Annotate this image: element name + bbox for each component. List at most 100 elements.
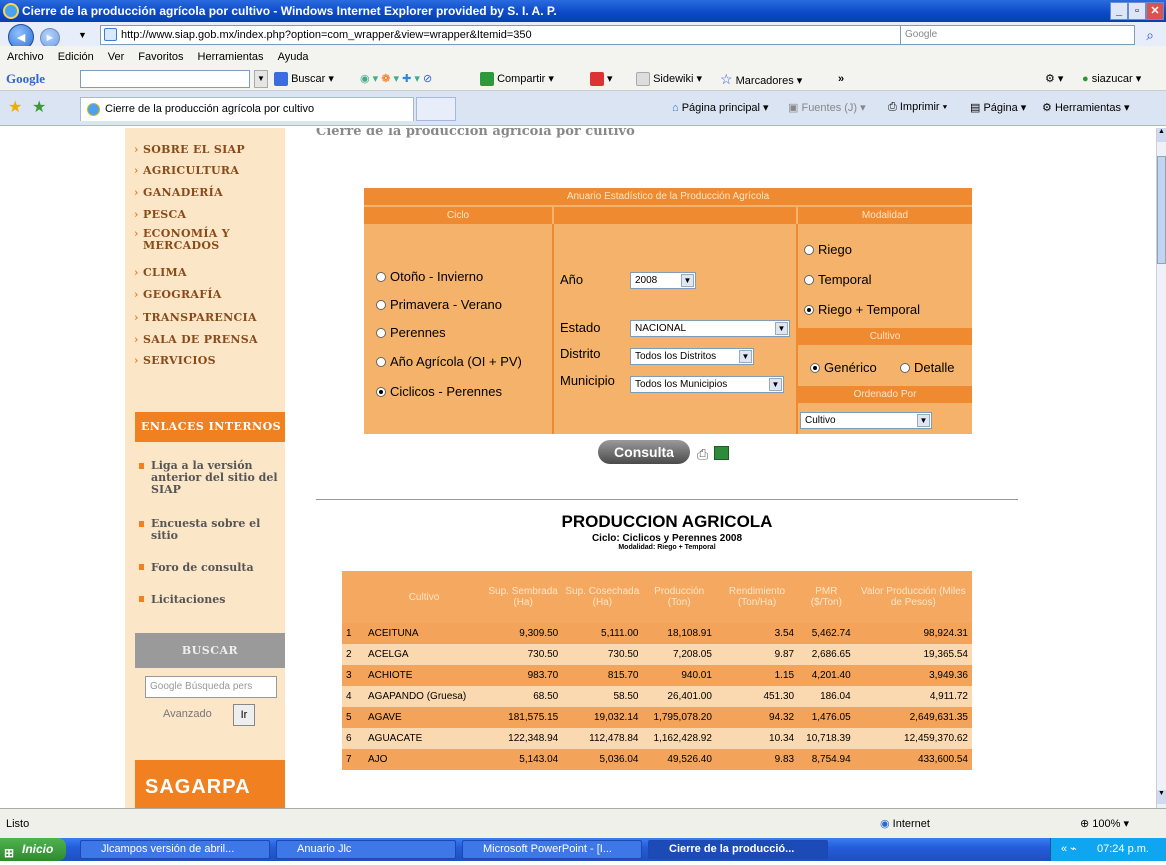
- scroll-down-icon[interactable]: ▼: [1157, 790, 1166, 804]
- ciclo-oi-radio[interactable]: Otoño - Invierno: [376, 269, 483, 285]
- modalidad-riego-temporal-radio[interactable]: Riego + Temporal: [804, 302, 920, 318]
- menu-edicion[interactable]: Edición: [58, 51, 94, 63]
- anio-select[interactable]: 2008 ▼: [630, 272, 696, 289]
- ciclo-perennes-radio[interactable]: Perennes: [376, 325, 446, 341]
- tools-button[interactable]: ⚙ Herramientas ▾: [1042, 101, 1130, 114]
- sidebar-item-servicios[interactable]: SERVICIOS: [134, 354, 216, 367]
- production-table: Cultivo Sup. Sembrada (Ha) Sup. Cosechad…: [342, 571, 972, 770]
- ordenado-value: Cultivo: [805, 415, 836, 426]
- cell-value: 7,208.05: [642, 644, 716, 665]
- estado-value: NACIONAL: [635, 323, 687, 334]
- link-licitaciones[interactable]: Licitaciones: [139, 593, 281, 606]
- sidebar-item-economia[interactable]: ECONOMÍA Y MERCADOS: [134, 228, 263, 252]
- minimize-button[interactable]: _: [1110, 2, 1128, 20]
- google-search-input[interactable]: [80, 70, 250, 88]
- forward-button[interactable]: ►: [40, 28, 60, 48]
- share-icon: [480, 72, 494, 87]
- ordenado-heading: Ordenado Por: [798, 386, 972, 403]
- wrench-icon[interactable]: ⚙ ▾: [1045, 67, 1063, 91]
- scroll-thumb[interactable]: [1157, 156, 1166, 264]
- marcadores-button[interactable]: ☆ Marcadores ▾: [720, 67, 802, 93]
- link-encuesta[interactable]: Encuesta sobre el sitio: [139, 518, 281, 542]
- consulta-button[interactable]: Consulta: [598, 440, 690, 464]
- sidebar-item-pesca[interactable]: PESCA: [134, 208, 186, 221]
- sidebar-item-clima[interactable]: CLIMA: [134, 266, 187, 279]
- close-button[interactable]: ✕: [1146, 2, 1164, 20]
- maximize-button[interactable]: ▫: [1128, 2, 1146, 20]
- ciclo-pv-label: Primavera - Verano: [390, 297, 502, 312]
- ordenado-select[interactable]: Cultivo ▼: [800, 412, 932, 429]
- feeds-button[interactable]: ▣ Fuentes (J) ▾: [788, 101, 866, 114]
- menu-herramientas[interactable]: Herramientas: [198, 51, 264, 63]
- sidewiki-button[interactable]: Sidewiki ▾: [636, 67, 702, 91]
- history-dropdown-icon[interactable]: ▼: [78, 30, 87, 40]
- google-dropdown-icon[interactable]: ▼: [254, 70, 268, 88]
- link-foro[interactable]: Foro de consulta: [139, 561, 281, 574]
- sidebar-item-sala-prensa[interactable]: SALA DE PRENSA: [134, 333, 258, 346]
- cultivo-generico-radio[interactable]: Genérico: [810, 360, 877, 376]
- ciclo-pv-radio[interactable]: Primavera - Verano: [376, 297, 502, 313]
- ciclo-ciclicos-perennes-radio[interactable]: Ciclicos - Perennes: [376, 384, 502, 400]
- page-menu-button[interactable]: ▤ Página ▾: [970, 101, 1026, 114]
- sidebar-item-sobre[interactable]: SOBRE EL SIAP: [134, 143, 245, 156]
- modalidad-temporal-radio[interactable]: Temporal: [804, 272, 871, 288]
- site-search-placeholder: Búsqueda pers: [185, 681, 253, 692]
- tray-icons[interactable]: « ⌁: [1061, 843, 1077, 855]
- more-chevron-icon[interactable]: »: [838, 67, 844, 91]
- task-anuario[interactable]: Anuario Jlc: [276, 840, 456, 859]
- new-tab-button[interactable]: [416, 97, 456, 121]
- start-button[interactable]: ⊞ Inicio: [0, 838, 66, 861]
- print-button[interactable]: ⎙ Imprimir ▾: [888, 101, 947, 114]
- municipio-select[interactable]: Todos los Municipios ▼: [630, 376, 784, 393]
- distrito-select[interactable]: Todos los Distritos ▼: [630, 348, 754, 365]
- toolbar-icons[interactable]: ◉ ▾ ❁ ▾ ✚ ▾ ⊘: [360, 67, 432, 91]
- cultivo-detalle-radio[interactable]: Detalle: [900, 360, 954, 376]
- sidebar-item-geografia[interactable]: GEOGRAFÍA: [134, 288, 222, 301]
- tab-current[interactable]: Cierre de la producción agrícola por cul…: [80, 97, 414, 121]
- report-subtitle: Ciclo: Ciclicos y Perennes 2008: [591, 533, 743, 544]
- tab-title: Cierre de la producción agrícola por cul…: [105, 103, 315, 115]
- buscar-button[interactable]: Buscar ▾: [274, 67, 334, 91]
- compartir-button[interactable]: Compartir ▾: [480, 67, 554, 91]
- ciclo-anio-agricola-radio[interactable]: Año Agrícola (OI + PV): [376, 354, 522, 370]
- bookmark-red-button[interactable]: ▾: [590, 67, 613, 91]
- zoom-control[interactable]: ⊕ 100% ▾: [1080, 809, 1129, 839]
- menu-favoritos[interactable]: Favoritos: [138, 51, 183, 63]
- menu-ver[interactable]: Ver: [108, 51, 125, 63]
- table-row: 3 ACHIOTE 983.70 815.70 940.01 1.15 4,201.40 3,…: [342, 665, 972, 686]
- favorites-star-icon[interactable]: ★: [8, 97, 22, 117]
- excel-icon[interactable]: [714, 446, 729, 460]
- print-icon[interactable]: ⎙: [697, 446, 708, 463]
- site-search-input[interactable]: Google Búsqueda pers: [145, 676, 277, 698]
- task-ie[interactable]: Cierre de la producció...: [648, 840, 828, 859]
- cell-value: 26,401.00: [642, 686, 716, 707]
- sidebar-item-agricultura[interactable]: AGRICULTURA: [134, 164, 239, 177]
- menu-ayuda[interactable]: Ayuda: [278, 51, 309, 63]
- modalidad-riego-radio[interactable]: Riego: [804, 242, 852, 258]
- header-cultivo: Cultivo: [364, 571, 484, 623]
- search-icon[interactable]: ⌕: [1140, 25, 1160, 45]
- home-button[interactable]: ⌂ Página principal ▾: [672, 101, 769, 114]
- add-favorites-icon[interactable]: ★: [32, 97, 46, 117]
- estado-select[interactable]: NACIONAL ▼: [630, 320, 790, 337]
- task-word[interactable]: Jlcampos versión de abril...: [80, 840, 270, 859]
- header-rendimiento: Rendimiento (Ton/Ha): [715, 571, 799, 623]
- page-icon: [104, 28, 117, 41]
- modalidad-riego-temporal-label: Riego + Temporal: [818, 302, 921, 317]
- sidebar-item-ganaderia[interactable]: GANADERÍA: [134, 186, 223, 199]
- scroll-up-icon[interactable]: ▲: [1157, 128, 1166, 142]
- user-button[interactable]: ● siazucar ▾: [1082, 67, 1141, 91]
- home-icon: ⌂: [672, 102, 679, 114]
- avanzado-link[interactable]: Avanzado: [163, 708, 212, 720]
- menu-archivo[interactable]: Archivo: [7, 51, 44, 63]
- ir-button[interactable]: Ir: [233, 704, 255, 726]
- sidebar-item-transparencia[interactable]: TRANSPARENCIA: [134, 311, 257, 324]
- row-index: 2: [342, 644, 364, 665]
- vertical-scrollbar[interactable]: ▲ ▼: [1156, 128, 1166, 808]
- municipio-label: Municipio: [560, 373, 615, 388]
- address-bar[interactable]: http://www.siap.gob.mx/index.php?option=…: [100, 25, 910, 45]
- link-version-anterior[interactable]: Liga a la versión anterior del sitio del…: [139, 460, 281, 496]
- task-powerpoint[interactable]: Microsoft PowerPoint - [I...: [462, 840, 642, 859]
- cell-cultivo: AGAVE: [364, 707, 484, 728]
- browser-search-input[interactable]: Google: [900, 25, 1135, 45]
